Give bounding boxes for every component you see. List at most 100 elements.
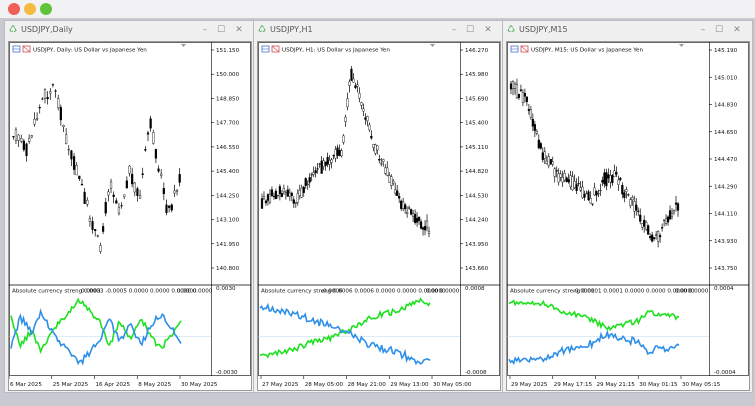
maximize-icon[interactable]: ☐ bbox=[465, 24, 475, 36]
candle-body[interactable] bbox=[75, 165, 78, 176]
candle-body[interactable] bbox=[120, 205, 123, 207]
candle-body[interactable] bbox=[657, 231, 660, 242]
candle-body[interactable] bbox=[33, 119, 36, 125]
candle-body[interactable] bbox=[160, 173, 163, 176]
indicator-green-line[interactable] bbox=[259, 297, 431, 359]
candle-body[interactable] bbox=[557, 173, 560, 183]
candle-body[interactable] bbox=[372, 144, 375, 148]
chart-area[interactable]: USDJPY, Daily: US Dollar vs Japanese Yen… bbox=[8, 41, 252, 391]
candle-body[interactable] bbox=[292, 199, 295, 204]
candle-body[interactable] bbox=[653, 237, 656, 239]
candle-body[interactable] bbox=[374, 144, 377, 154]
candle-body[interactable] bbox=[20, 138, 23, 142]
candle-body[interactable] bbox=[384, 167, 387, 174]
candle-body[interactable] bbox=[102, 226, 105, 232]
candle-body[interactable] bbox=[28, 137, 31, 142]
candle-body[interactable] bbox=[133, 182, 136, 193]
candle-body[interactable] bbox=[417, 216, 421, 221]
candle-body[interactable] bbox=[571, 176, 574, 191]
close-icon[interactable]: ✕ bbox=[732, 24, 742, 36]
candle-body[interactable] bbox=[539, 143, 542, 149]
candle-body[interactable] bbox=[676, 203, 680, 211]
candle-body[interactable] bbox=[326, 156, 329, 165]
candle-body[interactable] bbox=[615, 172, 618, 175]
chart-shift-marker[interactable] bbox=[679, 44, 684, 47]
candle-body[interactable] bbox=[80, 183, 84, 186]
candle-body[interactable] bbox=[284, 192, 287, 195]
candle-body[interactable] bbox=[88, 218, 91, 222]
candle-body[interactable] bbox=[662, 219, 666, 221]
chart-window-m15[interactable]: ♺ USDJPY,M15 – ☐ ✕ USDJPY, M15: US Dolla… bbox=[502, 20, 753, 393]
candle-body[interactable] bbox=[511, 81, 515, 89]
candle-body[interactable] bbox=[545, 160, 548, 164]
candle-body[interactable] bbox=[306, 183, 309, 185]
close-icon[interactable]: ✕ bbox=[483, 24, 493, 36]
candle-body[interactable] bbox=[99, 245, 102, 252]
candle-body[interactable] bbox=[346, 98, 349, 108]
candle-body[interactable] bbox=[322, 160, 325, 167]
candle-body[interactable] bbox=[577, 183, 580, 185]
candle-body[interactable] bbox=[621, 185, 624, 195]
candle-body[interactable] bbox=[350, 68, 353, 81]
candle-body[interactable] bbox=[38, 107, 41, 109]
candle-body[interactable] bbox=[86, 199, 89, 205]
candle-body[interactable] bbox=[65, 134, 68, 144]
candle-body[interactable] bbox=[605, 172, 608, 187]
candle-body[interactable] bbox=[597, 193, 600, 195]
candle-body[interactable] bbox=[356, 84, 359, 87]
candle-body[interactable] bbox=[527, 109, 530, 111]
candle-body[interactable] bbox=[575, 184, 578, 191]
candle-body[interactable] bbox=[332, 155, 335, 157]
candle-body[interactable] bbox=[378, 158, 381, 161]
candle-body[interactable] bbox=[366, 116, 369, 122]
candle-body[interactable] bbox=[123, 194, 126, 198]
candle-body[interactable] bbox=[394, 189, 397, 194]
candle-body[interactable] bbox=[581, 186, 584, 198]
candle-body[interactable] bbox=[641, 223, 644, 228]
candle-body[interactable] bbox=[59, 107, 62, 121]
candle-body[interactable] bbox=[107, 191, 110, 196]
candle-body[interactable] bbox=[639, 214, 642, 222]
candle-body[interactable] bbox=[670, 213, 674, 217]
candle-body[interactable] bbox=[509, 83, 513, 90]
candle-body[interactable] bbox=[364, 117, 367, 120]
candle-body[interactable] bbox=[595, 190, 598, 196]
candle-body[interactable] bbox=[553, 168, 556, 177]
candle-body[interactable] bbox=[270, 189, 274, 197]
candle-body[interactable] bbox=[30, 135, 33, 138]
chart-window-h1[interactable]: ♺ USDJPY,H1 – ☐ ✕ USDJPY, H1: US Dollar … bbox=[253, 20, 504, 393]
candle-body[interactable] bbox=[537, 139, 540, 149]
candle-body[interactable] bbox=[408, 207, 411, 209]
candle-body[interactable] bbox=[406, 212, 409, 215]
candle-body[interactable] bbox=[276, 194, 279, 196]
candle-body[interactable] bbox=[12, 136, 15, 138]
candle-body[interactable] bbox=[173, 190, 176, 194]
candle-body[interactable] bbox=[647, 225, 650, 235]
candle-body[interactable] bbox=[14, 129, 18, 141]
candle-body[interactable] bbox=[360, 102, 363, 106]
candle-body[interactable] bbox=[396, 190, 399, 196]
candle-body[interactable] bbox=[519, 89, 523, 92]
candle-body[interactable] bbox=[57, 98, 60, 108]
candle-body[interactable] bbox=[342, 135, 345, 143]
candle-body[interactable] bbox=[96, 235, 99, 237]
candle-body[interactable] bbox=[296, 193, 299, 203]
candle-body[interactable] bbox=[425, 220, 429, 228]
minimize-window-dot[interactable] bbox=[24, 3, 36, 15]
candle-body[interactable] bbox=[376, 145, 379, 151]
candle-body[interactable] bbox=[146, 132, 150, 135]
candle-body[interactable] bbox=[555, 170, 558, 172]
candle-body[interactable] bbox=[398, 196, 401, 199]
candle-body[interactable] bbox=[138, 195, 142, 199]
candle-body[interactable] bbox=[298, 190, 301, 196]
candle-body[interactable] bbox=[591, 203, 594, 205]
candle-body[interactable] bbox=[22, 140, 25, 150]
chart-area[interactable]: USDJPY, H1: US Dollar vs Japanese Yen 146… bbox=[257, 41, 501, 391]
candle-body[interactable] bbox=[668, 210, 672, 220]
candle-body[interactable] bbox=[599, 190, 602, 192]
candle-body[interactable] bbox=[589, 198, 592, 204]
candle-body[interactable] bbox=[70, 150, 73, 160]
candle-body[interactable] bbox=[78, 175, 81, 180]
candle-body[interactable] bbox=[67, 149, 70, 151]
candle-body[interactable] bbox=[316, 168, 319, 170]
